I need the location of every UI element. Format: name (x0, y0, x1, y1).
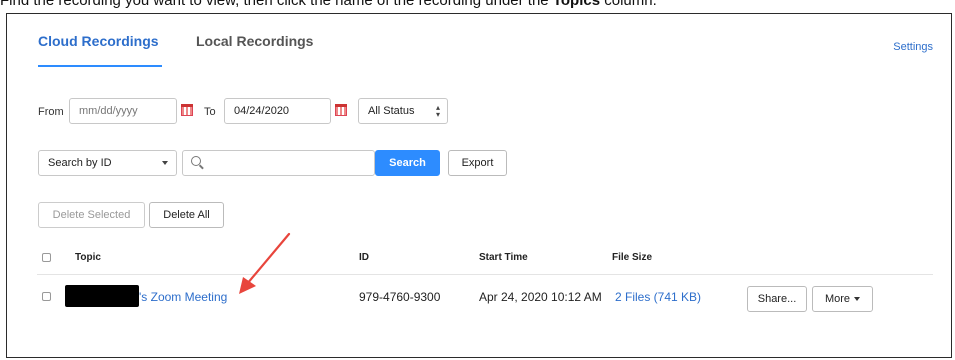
caption-suffix: column. (600, 0, 657, 9)
caption-prefix: Find the recording you want to view, the… (0, 0, 553, 9)
caption-bold: Topics (552, 0, 601, 9)
screenshot-frame: Cloud Recordings Local Recordings Settin… (6, 13, 952, 358)
annotation-arrow-icon (239, 232, 291, 294)
instruction-caption: Find the recording you want to view, the… (0, 0, 657, 9)
